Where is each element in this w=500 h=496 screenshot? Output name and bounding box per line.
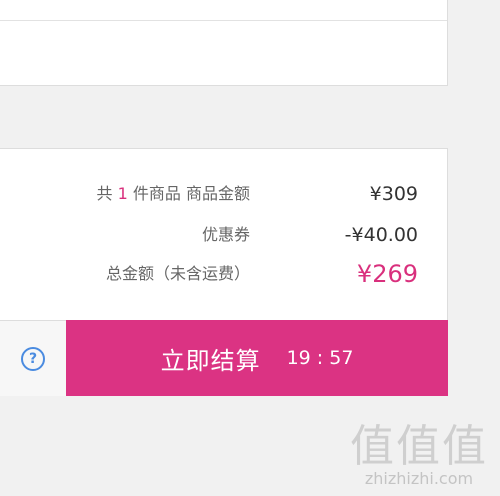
goods-count: 1: [117, 184, 128, 203]
watermark-text: zhizhizhi.com: [364, 469, 474, 488]
goods-count-prefix: 共: [96, 184, 113, 203]
divider: [0, 20, 447, 21]
coupon-label: 优惠券: [201, 225, 250, 244]
total-row: 总金额（未含运费） ¥269: [0, 259, 420, 289]
watermark-mark: 值值值: [350, 421, 488, 472]
goods-amount-row: 共 1 件商品 商品金额 ¥309: [0, 179, 420, 209]
question-mark-icon: ?: [21, 346, 45, 371]
checkout-label: 立即结算: [160, 346, 261, 375]
top-card: [0, 0, 448, 86]
bottom-action-bar: ? 立即结算 19 : 57: [0, 320, 448, 396]
total-amount: ¥269: [356, 260, 418, 288]
checkout-page: 共 1 件商品 商品金额 ¥309 优惠券 -¥40.00 总金额（未含运费） …: [0, 0, 500, 496]
goods-amount-label: 共 1 件商品 商品金额: [97, 179, 250, 209]
checkout-button[interactable]: 立即结算 19 : 57: [66, 320, 448, 396]
watermark-logo: 值值值 zhizhizhi.com: [346, 424, 492, 488]
countdown-timer: 19 : 57: [286, 347, 354, 369]
help-button[interactable]: ?: [0, 320, 66, 396]
coupon-amount: -¥40.00: [344, 224, 418, 246]
total-label: 总金额（未含运费）: [105, 264, 250, 283]
goods-amount-value: ¥309: [369, 183, 418, 205]
goods-count-suffix: 件商品 商品金额: [132, 184, 250, 203]
coupon-row: 优惠券 -¥40.00: [0, 220, 420, 250]
